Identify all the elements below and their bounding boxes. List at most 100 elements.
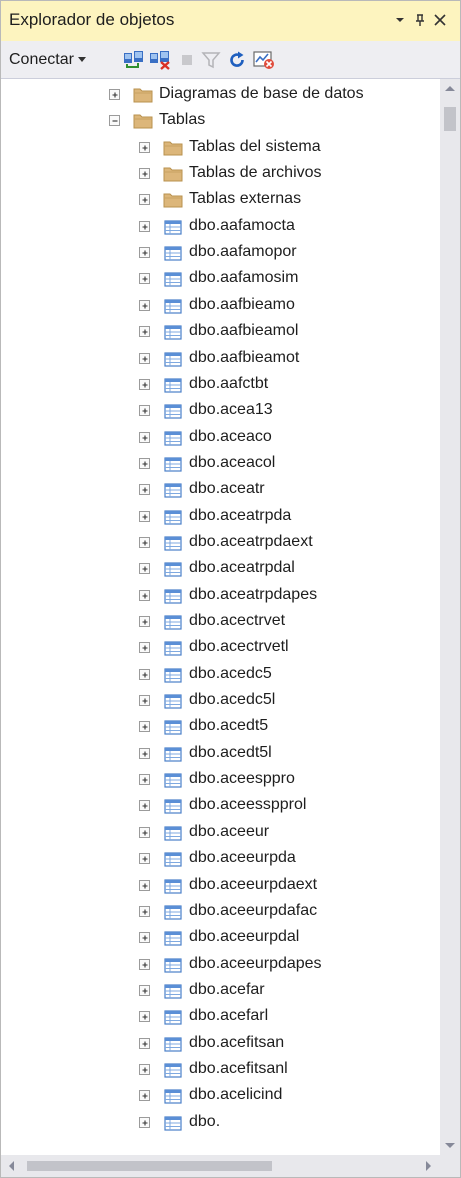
expand-icon[interactable] [139,457,150,469]
tree-node[interactable]: dbo.aafctbt [1,372,439,398]
expand-icon[interactable] [139,326,150,338]
tree-node[interactable]: dbo.acedt5l [1,741,439,767]
tree-node[interactable]: dbo. [1,1110,439,1136]
tree-node[interactable]: dbo.aafbieamot [1,346,439,372]
tree-node[interactable]: dbo.aafamocta [1,214,439,240]
expand-icon[interactable] [139,352,150,364]
horizontal-scrollbar[interactable] [1,1155,440,1177]
tree-node[interactable]: dbo.aceeur [1,820,439,846]
expand-icon[interactable] [139,721,150,733]
window-position-dropdown-icon[interactable] [389,7,411,33]
tree-node[interactable]: dbo.aceatrpdal [1,556,439,582]
expand-icon[interactable] [139,431,150,443]
tree-node[interactable]: dbo.aafamopor [1,240,439,266]
tree-node[interactable]: dbo.aafbieamo [1,293,439,319]
tree-node[interactable]: dbo.aceeurpda [1,846,439,872]
expand-icon[interactable] [139,141,150,153]
tree-node[interactable]: Diagramas de base de datos [1,82,439,108]
collapse-icon[interactable] [109,115,120,127]
tree-node[interactable]: dbo.acefarl [1,1004,439,1030]
expand-icon[interactable] [139,247,150,259]
tree-node[interactable]: Tablas del sistema [1,135,439,161]
disconnect-icon[interactable] [149,50,170,70]
close-icon[interactable] [429,7,451,33]
pin-icon[interactable] [409,7,431,33]
vertical-scroll-thumb[interactable] [444,107,456,131]
expand-icon[interactable] [139,853,150,865]
scroll-right-arrow-icon[interactable] [417,1155,439,1177]
expand-icon[interactable] [139,484,150,496]
expand-icon[interactable] [139,747,150,759]
tree-node[interactable]: dbo.aceeurpdafac [1,899,439,925]
tree-node[interactable]: dbo.aceatrpda [1,504,439,530]
expand-icon[interactable] [139,1090,150,1102]
tree-node[interactable]: dbo.aceesppro [1,767,439,793]
tree-node[interactable]: dbo.acectrvet [1,609,439,635]
expand-icon[interactable] [139,405,150,417]
tree-node[interactable]: dbo.aceeurpdapes [1,952,439,978]
expand-icon[interactable] [139,932,150,944]
expand-icon[interactable] [139,1116,150,1128]
expand-icon[interactable] [139,642,150,654]
stop-icon[interactable] [177,50,197,70]
expand-icon[interactable] [139,826,150,838]
expand-icon[interactable] [139,563,150,575]
tree-node[interactable]: dbo.acedt5 [1,714,439,740]
tree-node[interactable]: dbo.aceesspprol [1,793,439,819]
tree-node[interactable]: dbo.acedc5l [1,688,439,714]
tree-node[interactable]: dbo.acea13 [1,398,439,424]
connect-object-explorer-icon[interactable] [123,50,143,70]
tree-node[interactable]: dbo.aceatrpdapes [1,583,439,609]
vertical-scrollbar[interactable] [440,79,460,1155]
expand-icon[interactable] [139,510,150,522]
tree-node[interactable]: dbo.aceatr [1,477,439,503]
expand-icon[interactable] [139,168,150,180]
expand-icon[interactable] [139,273,150,285]
filter-icon[interactable] [201,50,221,70]
expand-icon[interactable] [139,194,150,206]
tree-node[interactable]: dbo.aafamosim [1,266,439,292]
expand-icon[interactable] [139,774,150,786]
tree-node[interactable]: dbo.aceacol [1,451,439,477]
expand-icon[interactable] [139,1063,150,1075]
refresh-icon[interactable] [227,50,247,70]
tree-node[interactable]: dbo.aafbieamol [1,319,439,345]
expand-icon[interactable] [139,616,150,627]
expand-icon[interactable] [139,536,150,548]
tree-node[interactable]: dbo.aceaco [1,425,439,451]
expand-icon[interactable] [139,695,150,707]
expand-icon[interactable] [139,800,150,812]
expand-icon[interactable] [139,1011,150,1023]
tree-node[interactable]: Tablas externas [1,187,439,213]
tree-node[interactable]: Tablas de archivos [1,161,439,187]
expand-icon[interactable] [139,378,150,390]
object-tree[interactable]: Diagramas de base de datos Tablas Tablas d… [1,79,439,1155]
scroll-down-arrow-icon[interactable] [440,1135,460,1155]
expand-icon[interactable] [139,905,150,917]
tree-node[interactable]: dbo.acefitsan [1,1031,439,1057]
activity-monitor-icon[interactable] [253,50,274,70]
expand-icon[interactable] [109,89,120,100]
title-bar[interactable]: Explorador de objetos [1,1,460,41]
scroll-up-arrow-icon[interactable] [440,79,460,99]
expand-icon[interactable] [139,1037,150,1049]
horizontal-scroll-thumb[interactable] [27,1161,272,1171]
tree-node[interactable]: dbo.acefar [1,978,439,1004]
expand-icon[interactable] [139,299,150,311]
tree-node[interactable]: Tablas [1,108,439,134]
tree-node[interactable]: dbo.aceeurpdaext [1,873,439,899]
expand-icon[interactable] [139,220,150,232]
tree-node[interactable]: dbo.acelicind [1,1083,439,1109]
tree-node[interactable]: dbo.aceeurpdal [1,925,439,951]
scroll-left-arrow-icon[interactable] [1,1155,23,1177]
tree-node[interactable]: dbo.aceatrpdaext [1,530,439,556]
expand-icon[interactable] [139,668,150,680]
expand-icon[interactable] [139,958,150,970]
expand-icon[interactable] [139,879,150,891]
tree-node[interactable]: dbo.acedc5 [1,662,439,688]
expand-icon[interactable] [139,589,150,601]
expand-icon[interactable] [139,984,150,996]
connect-button[interactable]: Conectar [9,49,86,71]
tree-node[interactable]: dbo.acefitsanl [1,1057,439,1083]
tree-node[interactable]: dbo.acectrvetl [1,635,439,661]
